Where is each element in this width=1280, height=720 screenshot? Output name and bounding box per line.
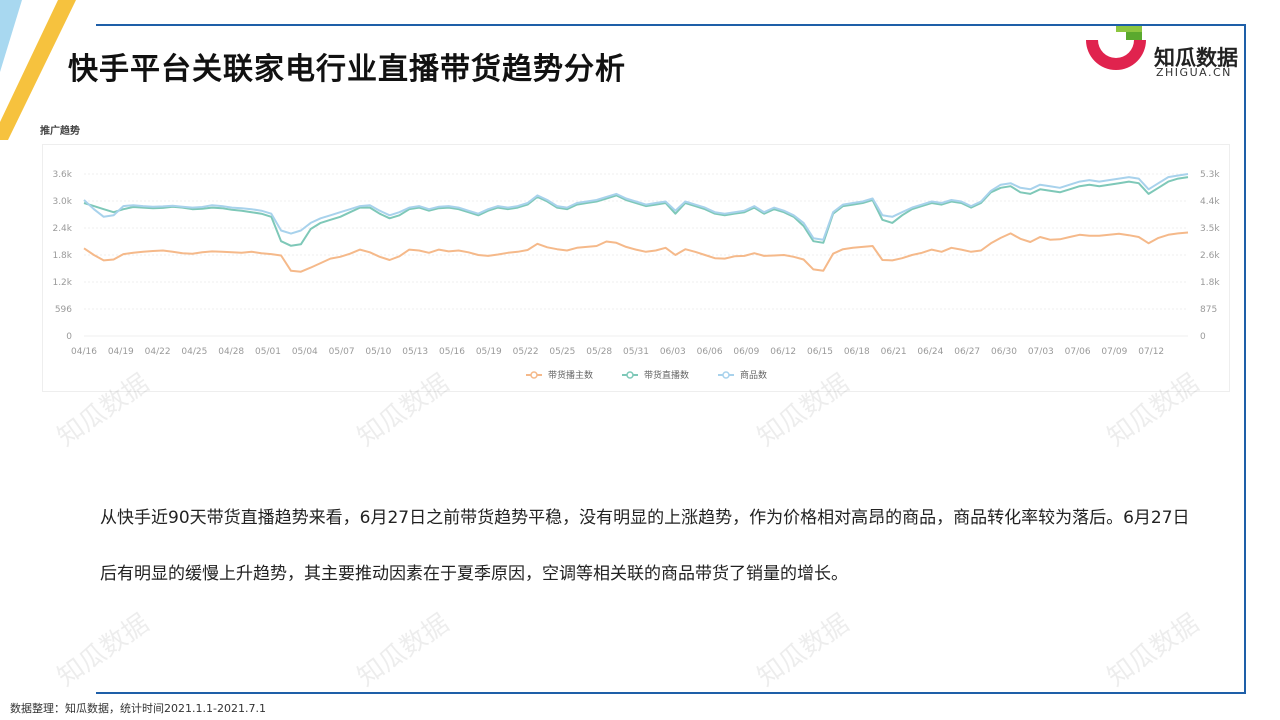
x-tick-label: 05/28 — [586, 347, 612, 357]
x-tick-label: 05/19 — [476, 347, 502, 357]
y-right-tick-label: 5.3k — [1200, 170, 1220, 180]
x-tick-label: 07/09 — [1101, 347, 1127, 357]
x-tick-label: 05/25 — [549, 347, 575, 357]
series-line — [83, 173, 1189, 241]
x-tick-label: 07/06 — [1065, 347, 1091, 357]
y-right-tick-label: 875 — [1200, 305, 1217, 315]
y-right-tick-label: 0 — [1200, 332, 1206, 342]
x-tick-label: 06/06 — [697, 347, 723, 357]
chart-label: 推广趋势 — [40, 126, 80, 137]
x-tick-label: 04/19 — [108, 347, 134, 357]
y-right-tick-label: 4.4k — [1200, 197, 1220, 207]
x-tick-label: 05/13 — [402, 347, 428, 357]
legend-swatch-dot — [626, 371, 634, 379]
x-tick-label: 05/22 — [513, 347, 539, 357]
logo-text-en: ZHIGUA.CN — [1156, 66, 1232, 79]
series-line — [83, 231, 1189, 273]
y-left-tick-label: 0 — [66, 332, 72, 342]
y-left-tick-label: 3.0k — [52, 197, 72, 207]
x-tick-label: 05/07 — [329, 347, 355, 357]
page-title: 快手平台关联家电行业直播带货趋势分析 — [68, 52, 626, 87]
x-tick-label: 04/25 — [181, 347, 207, 357]
x-tick-label: 05/01 — [255, 347, 281, 357]
legend-label: 带货直播数 — [644, 369, 689, 381]
x-tick-label: 06/03 — [660, 347, 686, 357]
y-right-tick-label: 3.5k — [1200, 224, 1220, 234]
x-tick-label: 04/22 — [145, 347, 171, 357]
x-tick-label: 06/24 — [917, 347, 943, 357]
x-tick-label: 06/15 — [807, 347, 833, 357]
x-tick-label: 06/12 — [770, 347, 796, 357]
y-right-tick-label: 2.6k — [1200, 251, 1220, 261]
x-tick-label: 06/30 — [991, 347, 1017, 357]
y-left-tick-label: 1.2k — [52, 278, 72, 288]
x-tick-label: 05/04 — [292, 347, 318, 357]
x-tick-label: 05/16 — [439, 347, 465, 357]
x-tick-label: 07/12 — [1138, 347, 1164, 357]
y-right-tick-label: 1.8k — [1200, 278, 1220, 288]
y-left-tick-label: 596 — [55, 305, 72, 315]
footer-source: 数据整理：知瓜数据，统计时间2021.1.1-2021.7.1 — [10, 702, 266, 715]
x-tick-label: 06/27 — [954, 347, 980, 357]
legend-swatch-dot — [722, 371, 730, 379]
y-left-tick-label: 3.6k — [52, 170, 72, 180]
x-tick-label: 04/16 — [71, 347, 97, 357]
legend-swatch-dot — [530, 371, 538, 379]
x-tick-label: 05/10 — [365, 347, 391, 357]
x-tick-label: 06/18 — [844, 347, 870, 357]
y-left-tick-label: 1.8k — [52, 251, 72, 261]
trend-line-chart: 0 0 596 875 1.2k 1.8k 1.8k 2.6k 2.4k 3.5k 3.0k 4.4k… — [52, 170, 1220, 381]
legend-label: 商品数 — [740, 369, 767, 381]
x-tick-label: 06/21 — [881, 347, 907, 357]
x-tick-label: 04/28 — [218, 347, 244, 357]
y-left-tick-label: 2.4k — [52, 224, 72, 234]
x-tick-label: 07/03 — [1028, 347, 1054, 357]
legend-label: 带货播主数 — [548, 369, 593, 381]
analysis-paragraph: 从快手近90天带货直播趋势来看，6月27日之前带货趋势平稳，没有明显的上涨趋势，… — [100, 508, 1190, 584]
x-tick-label: 06/09 — [733, 347, 759, 357]
x-tick-label: 05/31 — [623, 347, 649, 357]
